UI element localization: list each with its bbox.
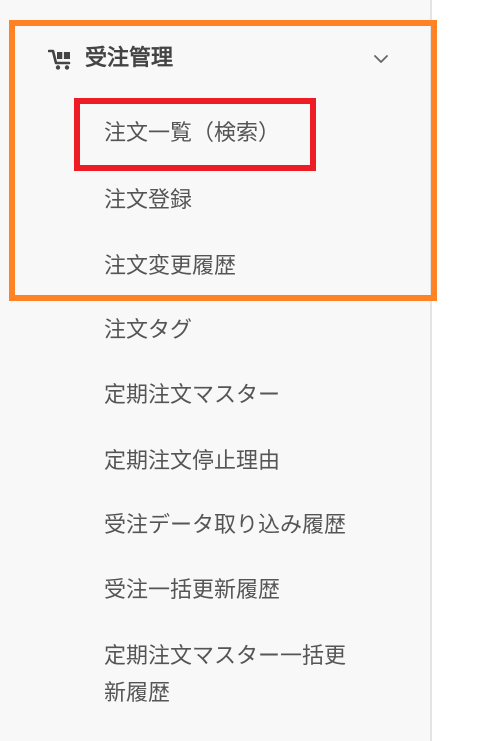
menu-item-subscription-bulk-update-history[interactable]: 定期注文マスター一括更 新履歴	[104, 642, 346, 709]
menu-item-order-registration[interactable]: 注文登録	[104, 186, 192, 216]
chevron-down-icon[interactable]	[373, 53, 389, 65]
menu-item-order-change-history[interactable]: 注文変更履歴	[104, 252, 236, 282]
cart-icon	[48, 49, 71, 70]
section-title: 受注管理	[85, 46, 174, 71]
menu-item-order-tags[interactable]: 注文タグ	[104, 316, 192, 346]
order-management-header[interactable]: 受注管理	[0, 32, 430, 88]
menu-item-label-line-1: 定期注文マスター一括更	[104, 644, 347, 669]
menu-item-order-bulk-update-history[interactable]: 受注一括更新履歴	[104, 576, 280, 606]
menu-item-subscription-master[interactable]: 定期注文マスター	[104, 381, 280, 411]
menu-item-order-import-history[interactable]: 受注データ取り込み履歴	[104, 511, 346, 541]
sidebar: 受注管理 注文一覧（検索） 注文登録 注文変更履歴 注文タグ 定期注文マスター …	[0, 0, 432, 741]
menu-item-order-list-search[interactable]: 注文一覧（検索）	[104, 119, 280, 149]
menu-item-subscription-stop-reasons[interactable]: 定期注文停止理由	[104, 447, 280, 477]
menu-item-label-line-2: 新履歴	[104, 681, 171, 706]
